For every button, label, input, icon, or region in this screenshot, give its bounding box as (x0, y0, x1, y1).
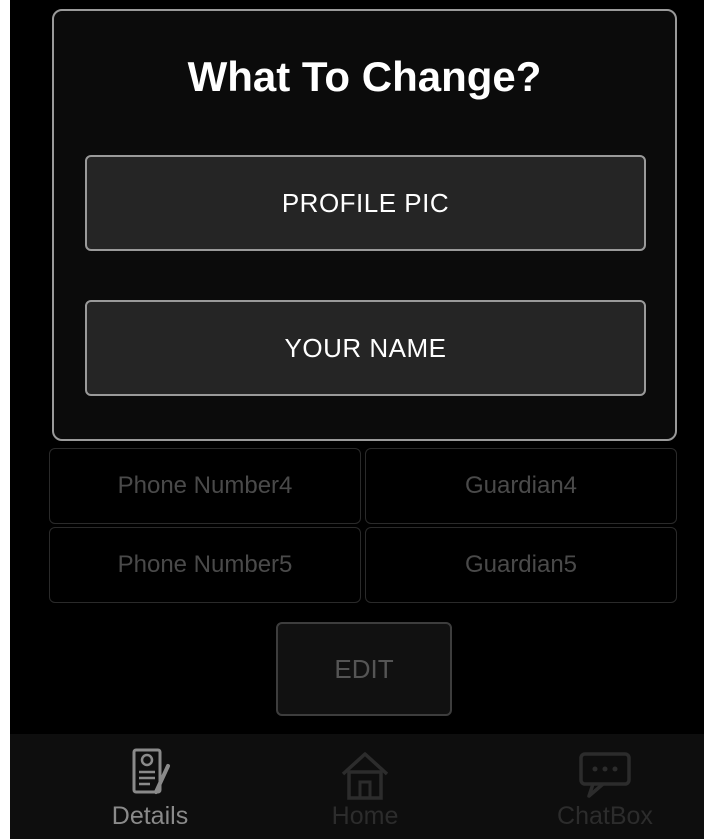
nav-label: Home (331, 802, 399, 830)
chat-icon (579, 752, 631, 798)
home-icon (341, 752, 389, 800)
dialog-title: What To Change? (187, 53, 542, 100)
nav-item-chatbox[interactable]: ChatBox (515, 734, 695, 839)
nav-item-details[interactable]: Details (60, 734, 240, 839)
profile-pic-button[interactable]: PROFILE PIC (85, 155, 646, 251)
nav-item-home[interactable]: Home (275, 734, 455, 839)
table-row: Phone Number5 Guardian5 (49, 527, 679, 603)
guardian-cell: Guardian4 (365, 448, 677, 524)
details-icon (132, 748, 170, 794)
phone-number-cell: Phone Number4 (49, 448, 361, 524)
nav-label: ChatBox (557, 802, 653, 830)
what-to-change-dialog: What To Change? PROFILE PIC YOUR NAME (52, 9, 677, 441)
bottom-nav: Details Home ChatBox (10, 734, 704, 839)
table-row: Phone Number4 Guardian4 (49, 448, 679, 524)
phone-number-cell: Phone Number5 (49, 527, 361, 603)
edit-button[interactable]: EDIT (276, 622, 452, 716)
guardian-cell: Guardian5 (365, 527, 677, 603)
your-name-button[interactable]: YOUR NAME (85, 300, 646, 396)
nav-label: Details (111, 802, 189, 830)
app-screen: Phone Number4 Guardian4 Phone Number5 Gu… (10, 0, 704, 839)
